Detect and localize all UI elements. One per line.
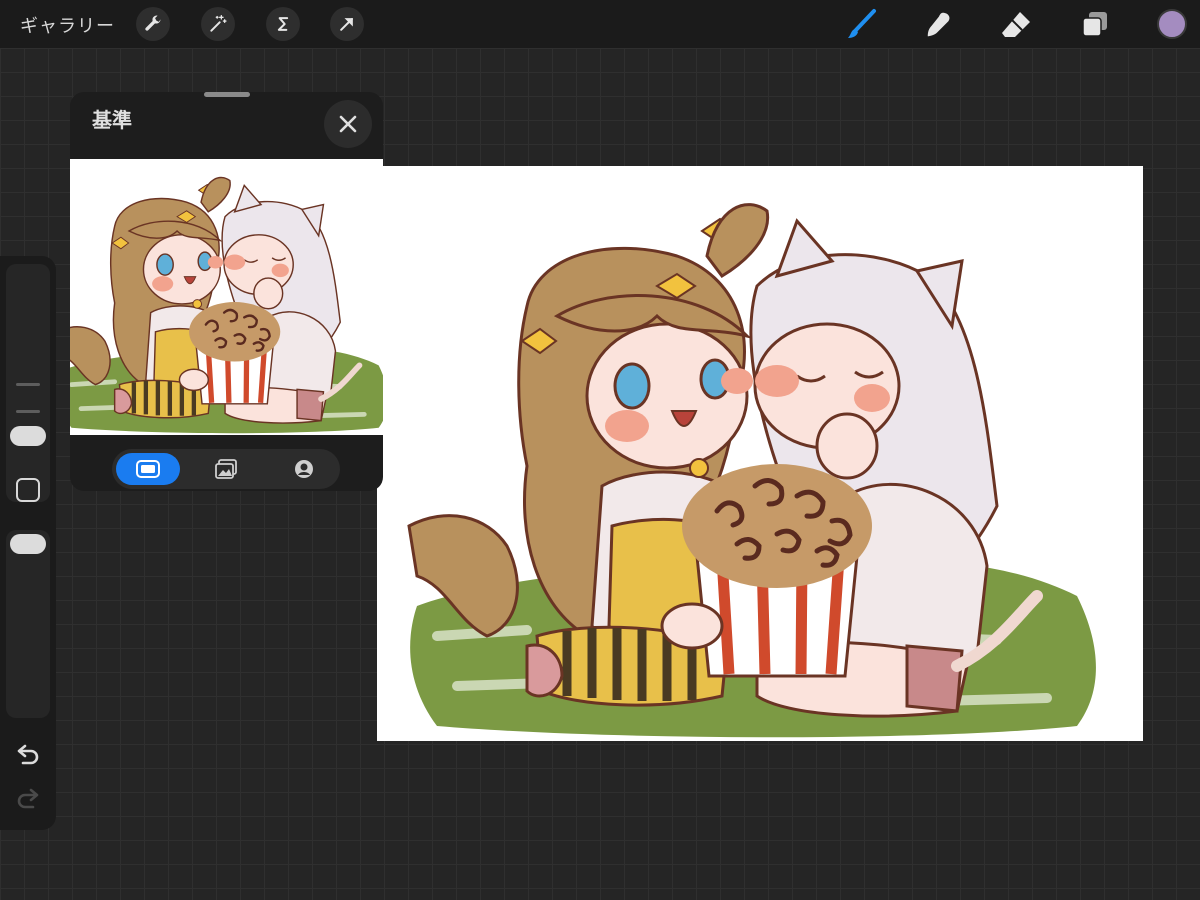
modify-button[interactable]	[16, 478, 40, 502]
selection-button[interactable]	[266, 7, 300, 41]
reference-panel[interactable]: 基準	[70, 92, 383, 491]
opacity-slider[interactable]	[6, 530, 50, 718]
panel-title: 基準	[92, 108, 132, 132]
face-icon	[295, 460, 313, 478]
brush-button[interactable]	[846, 8, 878, 40]
artwork	[377, 166, 1143, 741]
opacity-handle[interactable]	[10, 534, 46, 554]
layers-button[interactable]	[1079, 8, 1111, 40]
top-toolbar: ギャラリー	[0, 0, 1200, 48]
slider-tick	[16, 383, 40, 386]
smudge-icon	[927, 12, 950, 37]
magic-wand-icon	[210, 15, 227, 32]
eraser-icon	[1002, 12, 1030, 37]
close-button[interactable]	[324, 100, 372, 148]
color-picker-button[interactable]	[1157, 9, 1187, 39]
tab-image[interactable]	[194, 453, 258, 485]
brush-size-handle[interactable]	[10, 426, 46, 446]
canvas-icon	[136, 460, 160, 478]
reference-artwork	[70, 159, 383, 435]
eraser-button[interactable]	[1000, 8, 1032, 40]
actions-button[interactable]	[136, 7, 170, 41]
redo-icon[interactable]	[14, 786, 42, 814]
tab-face[interactable]	[272, 453, 336, 485]
undo-icon[interactable]	[14, 742, 42, 770]
close-icon	[339, 115, 357, 133]
transform-arrow-icon	[340, 18, 353, 31]
reference-preview	[70, 159, 383, 435]
drawing-canvas[interactable]	[377, 166, 1143, 741]
reference-tabs	[112, 449, 340, 489]
tab-canvas[interactable]	[116, 453, 180, 485]
wrench-icon	[145, 15, 161, 31]
brush-icon	[848, 9, 876, 38]
adjustments-button[interactable]	[201, 7, 235, 41]
layers-icon	[1082, 12, 1107, 37]
left-sidebar	[0, 256, 56, 830]
selection-icon	[277, 17, 289, 31]
transform-button[interactable]	[330, 7, 364, 41]
smudge-button[interactable]	[923, 8, 955, 40]
slider-tick	[16, 410, 40, 413]
panel-grabber[interactable]	[204, 92, 250, 97]
gallery-button[interactable]: ギャラリー	[20, 12, 115, 38]
image-icon	[215, 459, 237, 479]
